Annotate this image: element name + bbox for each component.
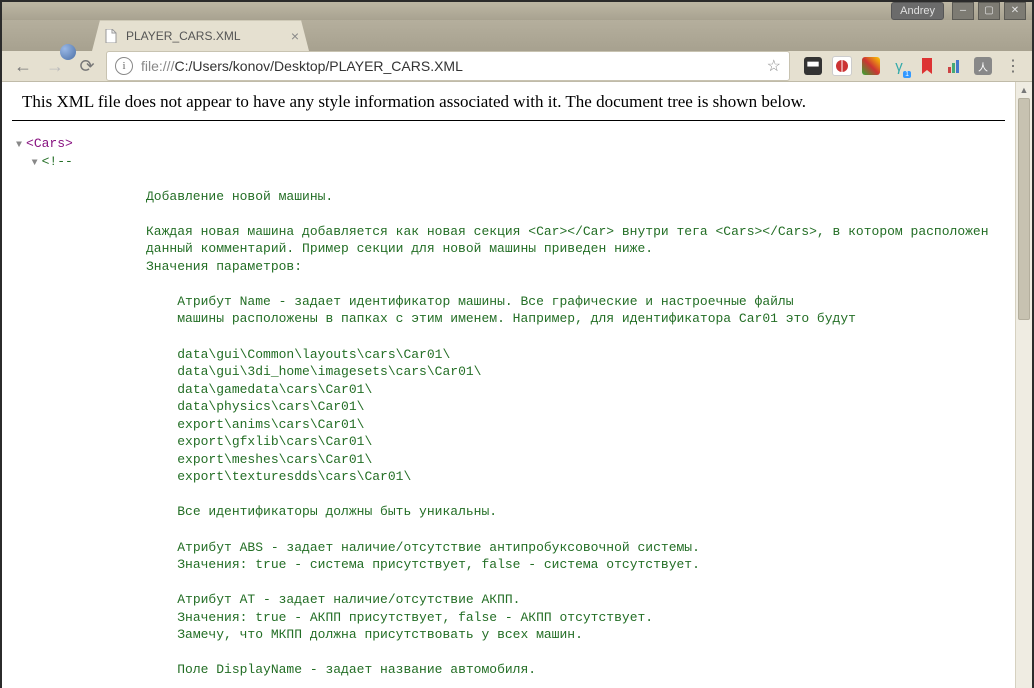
maximize-button[interactable]: ▢ xyxy=(978,2,1000,20)
tab-strip: PLAYER_CARS.XML × xyxy=(2,20,1032,51)
url-text: file:///C:/Users/konov/Desktop/PLAYER_CA… xyxy=(141,58,759,74)
collapse-arrow-icon[interactable]: ▼ xyxy=(32,157,42,171)
collapse-arrow-icon[interactable]: ▼ xyxy=(16,139,26,153)
page-viewport: This XML file does not appear to have an… xyxy=(2,82,1032,688)
user-badge: Andrey xyxy=(891,2,944,20)
extension-icon[interactable] xyxy=(862,57,880,75)
window-titlebar: Andrey — ▢ ✕ xyxy=(2,2,1032,20)
back-button[interactable]: ← xyxy=(10,53,36,79)
vertical-scrollbar[interactable]: ▲ ▼ xyxy=(1015,82,1032,688)
browser-tab-active[interactable]: PLAYER_CARS.XML × xyxy=(92,20,309,51)
scroll-up-icon[interactable]: ▲ xyxy=(1016,82,1032,98)
window-close-button[interactable]: ✕ xyxy=(1004,2,1026,20)
address-bar[interactable]: i file:///C:/Users/konov/Desktop/PLAYER_… xyxy=(106,51,790,81)
bookmark-star-icon[interactable]: ☆ xyxy=(767,56,781,76)
extension-icon[interactable] xyxy=(918,57,936,75)
scroll-thumb[interactable] xyxy=(1018,98,1030,320)
xml-comment-open: <!-- xyxy=(42,154,73,169)
extension-icons: ▀▀ γ1 人 xyxy=(796,56,996,76)
xml-comment-body: Добавление новой машины. Каждая новая ма… xyxy=(16,170,1015,688)
tab-close-icon[interactable]: × xyxy=(291,28,299,44)
extension-icon[interactable]: ▀▀ xyxy=(804,57,822,75)
xml-tree: ▼<Cars> ▼<!-- Добавление новой машины. К… xyxy=(2,135,1015,688)
app-icon xyxy=(60,44,76,60)
extension-icon[interactable] xyxy=(946,57,964,75)
extension-icon[interactable] xyxy=(832,56,852,76)
browser-toolbar: ← → ⟳ i file:///C:/Users/konov/Desktop/P… xyxy=(2,51,1032,82)
file-icon xyxy=(104,28,118,44)
reload-button[interactable]: ⟳ xyxy=(74,53,100,79)
extension-icon[interactable]: 人 xyxy=(974,57,992,75)
tab-title: PLAYER_CARS.XML xyxy=(126,29,285,43)
browser-menu-icon[interactable]: ⋮ xyxy=(1002,56,1024,76)
xml-root-tag: Cars xyxy=(34,136,65,151)
xml-no-style-banner: This XML file does not appear to have an… xyxy=(12,92,1005,121)
extension-icon[interactable]: γ1 xyxy=(890,57,908,75)
site-info-icon[interactable]: i xyxy=(115,57,133,75)
scroll-track[interactable] xyxy=(1016,98,1032,688)
minimize-button[interactable]: — xyxy=(952,2,974,20)
